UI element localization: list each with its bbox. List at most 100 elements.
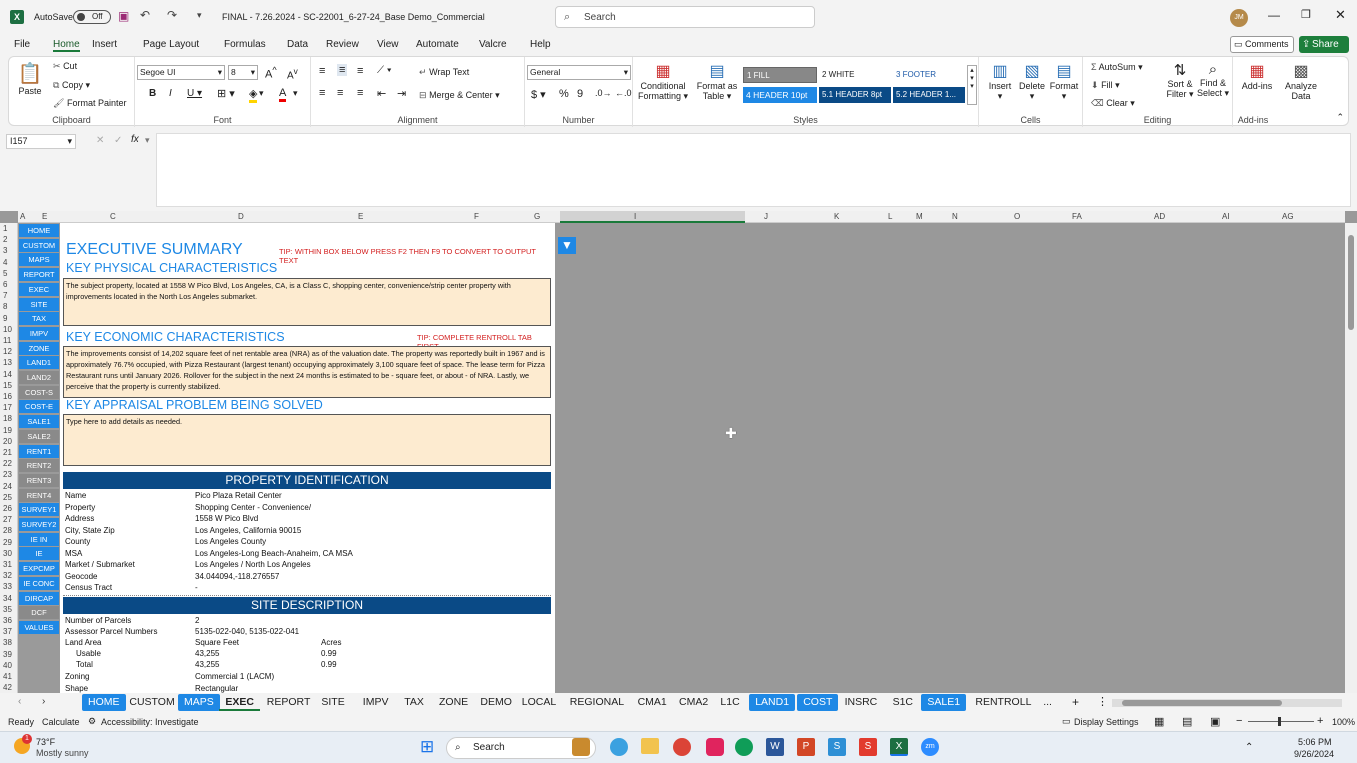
row-header[interactable]: 6 [3,280,7,289]
dropdown-triangle-icon[interactable]: ▼ [558,237,576,254]
menu-view[interactable]: View [377,39,399,50]
nav-button-sale1[interactable]: SALE1 [19,415,59,429]
style-header-10pt[interactable]: 4 HEADER 10pt [743,87,817,103]
style-fill[interactable]: 1 FILL [743,67,817,83]
autosum-button[interactable]: Σ AutoSum ▾ [1091,62,1143,73]
row-header[interactable]: 38 [3,638,12,647]
sheet-tab-cma1[interactable]: CMA1 [632,694,673,711]
file-explorer-icon[interactable] [641,738,659,754]
menu-automate[interactable]: Automate [416,39,459,50]
row-header[interactable]: 21 [3,448,12,457]
display-settings-button[interactable]: Display Settings [1074,717,1139,727]
font-color-icon[interactable]: A [279,87,287,102]
column-header[interactable]: AG [1282,212,1294,221]
sheet-tab-sale1[interactable]: SALE1 [921,694,967,711]
nav-button-survey2[interactable]: SURVEY2 [19,518,59,531]
menu-file[interactable]: File [14,39,30,50]
chevron-down-icon[interactable]: ▾ [259,88,264,99]
physical-text-box[interactable]: The subject property, located at 1558 W … [63,278,551,326]
sheet-tab-tax[interactable]: TAX [398,694,430,711]
increase-decimal-icon[interactable]: .0→ [595,88,612,98]
nav-button-sale2[interactable]: SALE2 [19,429,59,443]
row-header[interactable]: 16 [3,392,12,401]
nav-button-zone[interactable]: ZONE [19,341,59,355]
zoom-app-icon[interactable]: zm [921,738,939,756]
row-header[interactable]: 37 [3,627,12,636]
nav-button-dircap[interactable]: DIRCAP [19,591,59,605]
name-box[interactable]: I157 ▾ [6,134,76,149]
comma-icon[interactable]: 9 [577,88,583,100]
styles-scroll[interactable]: ▴ ▾ ▾ [967,65,977,105]
zoom-level[interactable]: 100% [1332,717,1355,727]
scroll-thumb[interactable] [1348,235,1354,330]
more-options-icon[interactable]: ⋮ [1097,695,1108,708]
row-header[interactable]: 10 [3,325,12,334]
row-header[interactable]: 35 [3,605,12,614]
sheet-tab--[interactable]: ... [1037,694,1058,711]
zoom-thumb[interactable] [1278,717,1281,726]
collapse-ribbon-icon[interactable]: ⌃ [1336,112,1344,123]
cancel-icon[interactable]: ✕ [96,135,104,146]
vertical-scrollbar[interactable] [1345,223,1357,693]
row-header[interactable]: 34 [3,594,12,603]
sheet-tab-l1c[interactable]: L1C [714,694,745,711]
percent-icon[interactable]: % [559,88,569,100]
nav-button-home[interactable]: HOME [19,224,59,237]
menu-page-layout[interactable]: Page Layout [143,39,199,50]
row-header[interactable]: 39 [3,650,12,659]
sheet-tab-local[interactable]: LOCAL [516,694,562,711]
column-header[interactable]: L [888,212,892,221]
accessibility-status[interactable]: Accessibility: Investigate [101,717,199,727]
nav-button-land1[interactable]: LAND1 [19,356,59,370]
column-header[interactable]: AI [1222,212,1230,221]
row-header[interactable]: 40 [3,661,12,670]
row-header[interactable]: 33 [3,582,12,591]
font-size-select[interactable]: 8 ▾ [228,65,258,80]
calculate-status[interactable]: Calculate [42,717,80,727]
page-break-icon[interactable]: ▣ [1210,715,1220,728]
row-header[interactable]: 29 [3,538,12,547]
addins-button[interactable]: ▦ Add-ins [1237,61,1277,91]
decrease-indent-icon[interactable]: ⇤ [377,87,386,100]
zoom-slider[interactable] [1248,717,1314,726]
merge-center-button[interactable]: ⊟ Merge & Center ▾ [419,90,500,101]
sheet-tab-insrc[interactable]: INSRC [839,694,884,711]
nav-button-rent1[interactable]: RENT1 [19,444,59,458]
row-header[interactable]: 42 [3,683,12,692]
row-header[interactable]: 22 [3,459,12,468]
column-header[interactable]: E [358,212,363,221]
column-header[interactable]: C [110,212,116,221]
close-icon[interactable]: ✕ [1335,7,1346,23]
restore-icon[interactable]: ❐ [1301,8,1311,21]
column-header[interactable]: F [474,212,479,221]
sheet-tab-zone[interactable]: ZONE [433,694,474,711]
format-cells-button[interactable]: ▤ Format ▾ [1049,61,1079,102]
column-header[interactable]: M [916,212,923,221]
column-header[interactable]: J [764,212,768,221]
borders-icon[interactable]: ⊞ ▾ [217,87,235,100]
insert-function-button[interactable]: fx [131,134,139,145]
page-layout-icon[interactable]: ▤ [1182,715,1192,728]
row-header[interactable]: 19 [3,426,12,435]
row-header[interactable]: 27 [3,515,12,524]
sheet-tab-demo[interactable]: DEMO [474,694,518,711]
row-header[interactable]: 4 [3,258,7,267]
italic-icon[interactable]: I [169,88,172,99]
row-header[interactable]: 28 [3,526,12,535]
chrome-icon[interactable] [673,738,691,756]
sheet-tab-site[interactable]: SITE [315,694,350,711]
row-header[interactable]: 12 [3,347,12,356]
paste-button[interactable]: 📋 Paste [15,61,45,96]
column-header[interactable]: A [20,212,25,221]
nav-button-site[interactable]: SITE [19,297,59,311]
add-sheet-icon[interactable]: + [1072,695,1079,709]
nav-button-dcf[interactable]: DCF [19,606,59,620]
chevron-down-icon[interactable]: ▾ [145,135,150,146]
row-header[interactable]: 3 [3,246,7,255]
column-header[interactable]: AD [1154,212,1165,221]
row-header[interactable]: 32 [3,571,12,580]
increase-indent-icon[interactable]: ⇥ [397,87,406,100]
sheet-tab-rentroll[interactable]: RENTROLL [969,694,1037,711]
sheet-tab-cost[interactable]: COST [797,694,839,711]
bold-icon[interactable]: B [149,88,156,99]
